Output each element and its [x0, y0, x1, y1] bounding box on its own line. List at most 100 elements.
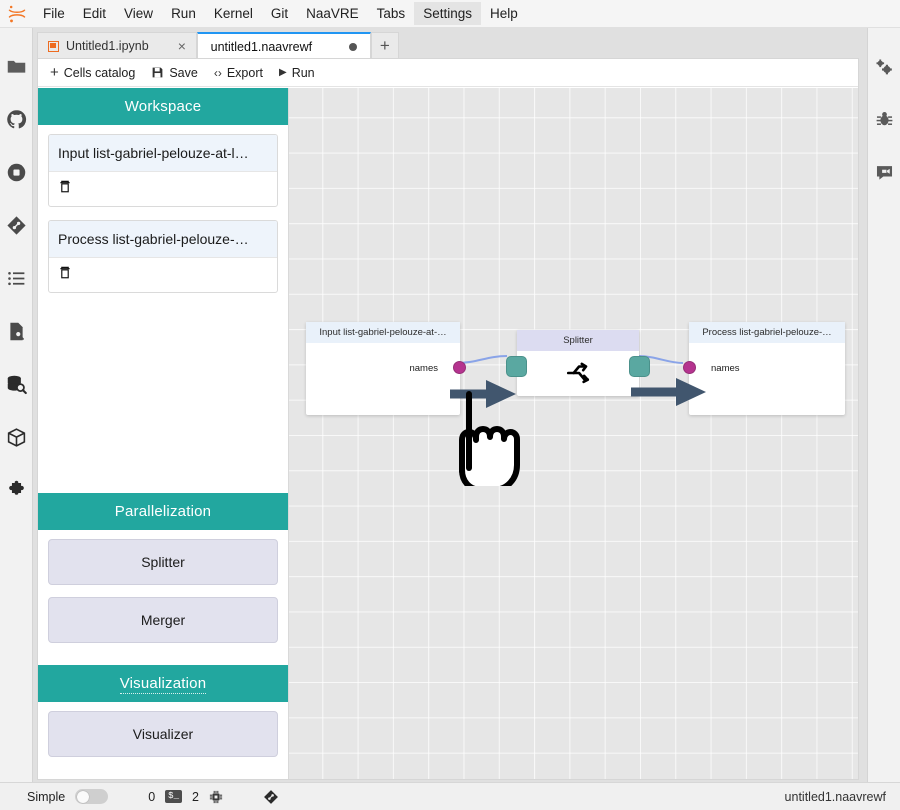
bug-icon[interactable]	[868, 93, 900, 146]
visualization-section-header: Visualization	[38, 665, 288, 702]
node-input[interactable]: Input list-gabriel-pelouze-at-… names	[306, 322, 466, 415]
database-search-icon[interactable]	[0, 358, 33, 411]
pointing-hand-cursor	[459, 391, 520, 486]
split-branch-icon	[565, 360, 591, 386]
menu-tabs[interactable]: Tabs	[368, 2, 415, 26]
simple-mode-label: Simple	[27, 789, 66, 804]
tab-bar: Untitled1.ipynb × untitled1.naavrewf +	[37, 31, 863, 59]
close-icon[interactable]: ×	[156, 38, 186, 54]
workspace-cards: Input list-gabriel-pelouze-at-l… Process…	[38, 125, 288, 316]
menu-naavre[interactable]: NaaVRE	[297, 2, 368, 26]
jupyterlab-window: File Edit View Run Kernel Git NaaVRE Tab…	[0, 0, 900, 810]
tab-label: untitled1.naavrewf	[210, 39, 313, 54]
visualization-header-label: Visualization	[119, 675, 207, 694]
export-button[interactable]: ‹› Export	[214, 66, 263, 80]
cpu-icon[interactable]	[209, 790, 223, 804]
left-activity-bar	[0, 28, 33, 782]
node-process[interactable]: Process list-gabriel-pelouze-… names	[683, 322, 845, 415]
menu-view[interactable]: View	[115, 2, 162, 26]
menu-settings[interactable]: Settings	[414, 1, 481, 26]
menu-git[interactable]: Git	[262, 2, 297, 26]
workspace-card-title: Input list-gabriel-pelouze-at-l…	[49, 135, 277, 171]
status-left-group: Simple 0 $_ 2	[0, 789, 279, 805]
edge-input-to-splitter	[456, 355, 508, 364]
package-icon[interactable]	[0, 411, 33, 464]
new-tab-button[interactable]: +	[370, 32, 399, 59]
simple-mode-toggle[interactable]	[75, 789, 109, 804]
cells-palette-sidebar: Workspace Input list-gabriel-pelouze-at-…	[38, 88, 289, 779]
workspace-card-footer	[49, 171, 277, 206]
splitter-input-port[interactable]	[506, 356, 527, 377]
splitter-palette-button[interactable]: Splitter	[48, 539, 278, 585]
puzzle-icon[interactable]	[0, 464, 33, 517]
play-icon: ▶	[278, 67, 287, 78]
menu-edit[interactable]: Edit	[74, 2, 115, 26]
workspace-card-footer	[49, 257, 277, 292]
node-splitter[interactable]: Splitter	[506, 330, 650, 396]
menu-run[interactable]: Run	[162, 2, 205, 26]
splitter-output-port[interactable]	[629, 356, 650, 377]
jupyter-logo-icon	[0, 0, 34, 28]
cells-catalog-button[interactable]: + Cells catalog	[50, 64, 135, 81]
node-title: Input list-gabriel-pelouze-at-…	[306, 322, 460, 343]
github-icon[interactable]	[0, 93, 33, 146]
run-button[interactable]: ▶ Run	[279, 66, 315, 80]
workflow-toolbar: + Cells catalog Save ‹› Export ▶ Run	[38, 59, 858, 87]
plus-icon: +	[50, 64, 59, 81]
input-port[interactable]	[683, 361, 696, 374]
git-icon[interactable]	[263, 789, 279, 805]
right-activity-bar	[867, 28, 900, 782]
workspace-card-process[interactable]: Process list-gabriel-pelouze-…	[48, 220, 278, 293]
menu-kernel[interactable]: Kernel	[205, 2, 262, 26]
save-icon	[151, 66, 164, 79]
run-label: Run	[291, 65, 315, 80]
output-port[interactable]	[453, 361, 466, 374]
comment-icon[interactable]	[868, 146, 900, 199]
parallelization-section-header: Parallelization	[38, 493, 288, 530]
tab-label: Untitled1.ipynb	[66, 39, 149, 53]
work-area: Workspace Input list-gabriel-pelouze-at-…	[38, 88, 858, 779]
cells-catalog-label: Cells catalog	[63, 65, 136, 80]
node-input-port-label: names	[711, 363, 740, 374]
tab-untitled1-ipynb[interactable]: Untitled1.ipynb ×	[37, 32, 197, 59]
notebook-icon	[48, 40, 59, 52]
code-brackets-icon: ‹›	[213, 65, 222, 80]
visualizer-palette-button[interactable]: Visualizer	[48, 711, 278, 757]
kernel-count: 0	[148, 789, 156, 804]
merger-palette-button[interactable]: Merger	[48, 597, 278, 643]
visualization-buttons: Visualizer	[38, 702, 288, 779]
terminal-icon[interactable]: $_	[165, 790, 182, 803]
running-stop-icon[interactable]	[0, 146, 33, 199]
property-inspector-icon[interactable]	[868, 40, 900, 93]
status-bar: Simple 0 $_ 2 untitled1.naavrewf	[0, 782, 900, 810]
save-button[interactable]: Save	[151, 66, 198, 80]
workspace-card-title: Process list-gabriel-pelouze-…	[49, 221, 277, 257]
status-filename: untitled1.naavrewf	[784, 789, 886, 804]
export-label: Export	[226, 65, 263, 80]
edge-layer	[456, 355, 684, 364]
folder-icon[interactable]	[0, 40, 33, 93]
menu-help[interactable]: Help	[481, 2, 527, 26]
node-title: Process list-gabriel-pelouze-…	[689, 322, 845, 343]
node-output-port-label: names	[409, 363, 438, 374]
workspace-card-input[interactable]: Input list-gabriel-pelouze-at-l…	[48, 134, 278, 207]
menu-bar: File Edit View Run Kernel Git NaaVRE Tab…	[0, 0, 900, 28]
git-icon[interactable]	[0, 199, 33, 252]
trash-icon[interactable]	[58, 265, 72, 280]
menu-file[interactable]: File	[34, 2, 74, 26]
workflow-canvas[interactable]: Input list-gabriel-pelouze-at-… names Sp…	[289, 88, 858, 779]
node-title: Splitter	[517, 330, 639, 351]
workspace-header-label: Workspace	[124, 98, 202, 115]
workflow-editor-panel: + Cells catalog Save ‹› Export ▶ Run Wor…	[37, 58, 859, 780]
tab-untitled1-naavrewf[interactable]: untitled1.naavrewf	[196, 32, 371, 59]
trash-icon[interactable]	[58, 179, 72, 194]
dirty-dot-icon[interactable]	[349, 42, 358, 51]
list-icon[interactable]	[0, 252, 33, 305]
main-dock-area: Untitled1.ipynb × untitled1.naavrewf + +…	[33, 28, 867, 782]
file-search-icon[interactable]	[0, 305, 33, 358]
workspace-section-header: Workspace	[38, 88, 288, 125]
parallelization-header-label: Parallelization	[114, 503, 212, 520]
terminal-count: 2	[191, 789, 199, 804]
parallelization-buttons: Splitter Merger	[38, 530, 288, 665]
save-label: Save	[169, 65, 198, 80]
